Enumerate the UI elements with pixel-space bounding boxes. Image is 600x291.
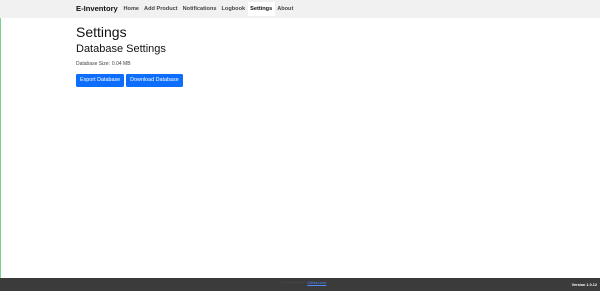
database-size: Database Size: 0.04 MB <box>76 61 131 67</box>
footer-link[interactable]: GitHub.com <box>307 281 326 285</box>
export-database-button[interactable]: Export Database <box>76 74 125 87</box>
database-actions: Export Database Download Database <box>76 74 183 87</box>
brand-logo[interactable]: E-Inventory <box>76 4 118 13</box>
nav-menu: Home Add Product Notifications Logbook S… <box>121 2 296 16</box>
download-database-button[interactable]: Download Database <box>126 74 183 87</box>
nav-item-settings[interactable]: Settings <box>247 2 275 16</box>
nav-item-about[interactable]: About <box>275 2 296 16</box>
nav-item-home[interactable]: Home <box>121 2 142 16</box>
page-title: Settings <box>76 24 127 40</box>
window-left-edge <box>0 0 1 291</box>
footer-credit: · · · · · · · · · · · · GitHub.com <box>281 281 326 285</box>
navbar: E-Inventory Home Add Product Notificatio… <box>0 0 600 18</box>
nav-item-notifications[interactable]: Notifications <box>180 2 219 16</box>
section-title: Database Settings <box>76 43 166 55</box>
footer: · · · · · · · · · · · · GitHub.com Versi… <box>0 278 600 291</box>
nav-item-logbook[interactable]: Logbook <box>219 2 248 16</box>
database-size-label: Database Size: <box>76 61 110 67</box>
version-label: Version 1.0.12 <box>571 283 597 287</box>
database-size-value: 0.04 MB <box>111 61 131 67</box>
nav-item-add-product[interactable]: Add Product <box>142 2 181 16</box>
footer-credit-text: · · · · · · · · · · · · <box>281 281 307 285</box>
